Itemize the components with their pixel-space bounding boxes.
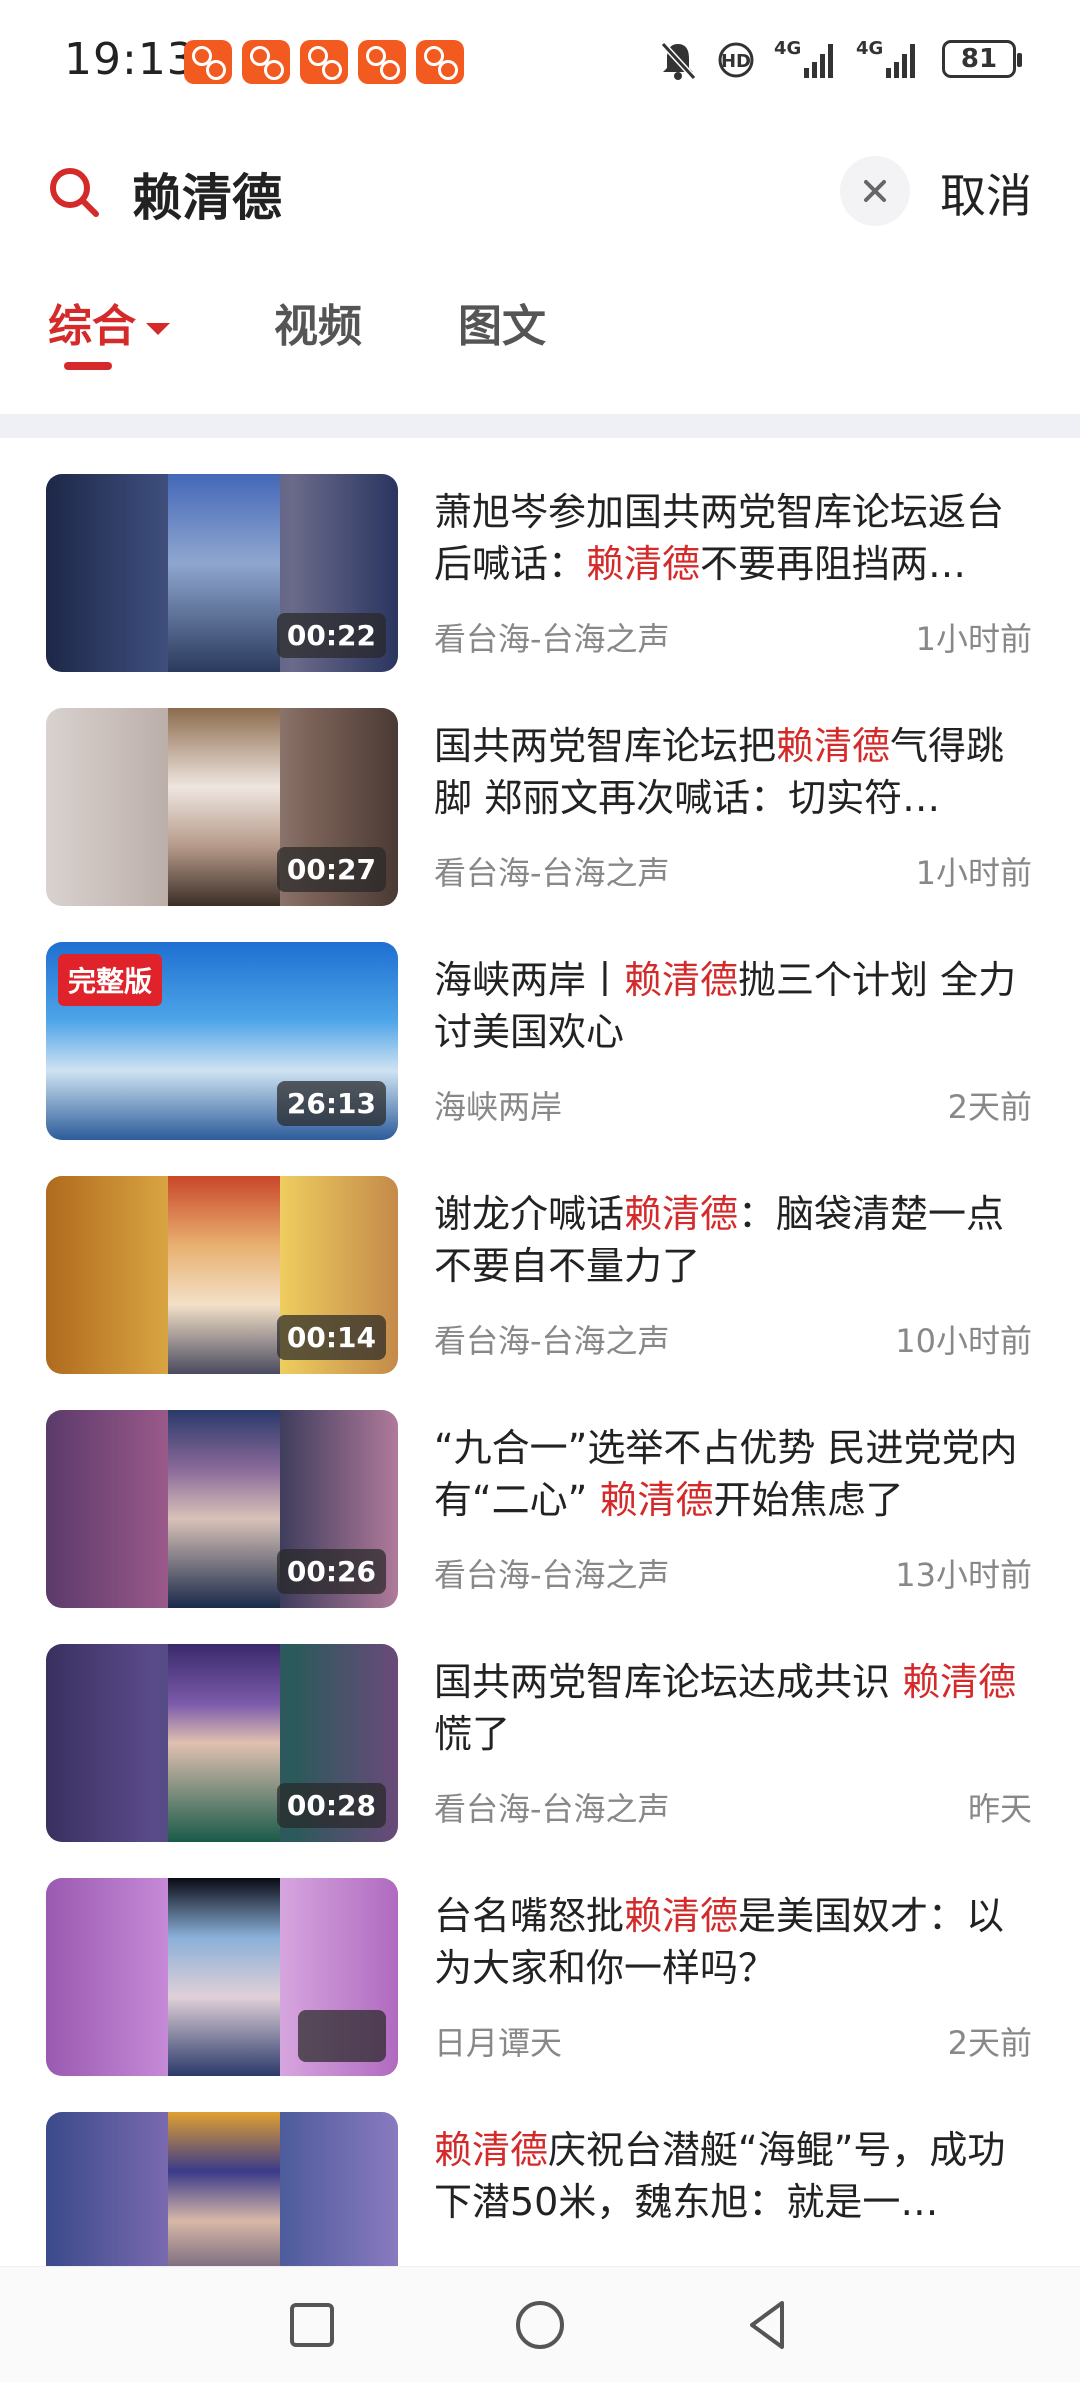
result-time: 昨天 [967, 1790, 1032, 1828]
result-time: 1小时前 [915, 620, 1032, 658]
list-item[interactable]: 00:27 国共两党智库论坛把赖清德气得跳脚 郑丽文再次喊话：切实符… 看台海-… [0, 708, 1080, 908]
result-source: 看台海-台海之声 [434, 1790, 670, 1828]
app-notification-icon [300, 40, 348, 84]
result-source: 日月谭天 [434, 2024, 563, 2062]
result-time: 1小时前 [915, 854, 1032, 892]
app-notification-icon [242, 40, 290, 84]
result-title[interactable]: 国共两党智库论坛达成共识 赖清德慌了 [434, 1656, 1034, 1760]
app-notification-icon [416, 40, 464, 84]
battery-indicator: 81 [942, 40, 1022, 78]
title-keyword-highlight: 赖清德 [902, 1660, 1017, 1704]
result-source: 看台海-台海之声 [434, 1322, 670, 1360]
list-item[interactable]: 00:22 萧旭岑参加国共两党智库论坛返台后喊话：赖清德不要再阻挡两… 看台海-… [0, 474, 1080, 674]
mute-icon [660, 41, 697, 81]
result-time: 2天前 [947, 2024, 1032, 2062]
result-title[interactable]: 萧旭岑参加国共两党智库论坛返台后喊话：赖清德不要再阻挡两… [434, 486, 1034, 590]
cancel-button[interactable]: 取消 [940, 160, 1032, 226]
title-text: 不要再阻挡两… [700, 542, 967, 586]
title-keyword-highlight: 赖清德 [434, 2128, 549, 2172]
tab-image-text[interactable]: 图文 [458, 290, 546, 354]
list-item[interactable]: 00:26 “九合一”选举不占优势 民进党党内有“二心” 赖清德开始焦虑了 看台… [0, 1410, 1080, 1610]
title-text: 开始焦虑了 [713, 1478, 904, 1522]
result-title[interactable]: 谢龙介喊话赖清德：脑袋清楚一点 不要自不量力了 [434, 1188, 1034, 1292]
result-time: 13小时前 [895, 1556, 1032, 1594]
system-navigation-bar [0, 2266, 1080, 2382]
result-time: 2天前 [947, 1088, 1032, 1126]
video-duration [298, 2010, 386, 2062]
title-keyword-highlight: 赖清德 [624, 1192, 739, 1236]
full-version-badge: 完整版 [58, 954, 163, 1006]
caret-down-icon [146, 323, 170, 335]
app-notification-icon [184, 40, 232, 84]
result-time: 10小时前 [895, 1322, 1032, 1360]
result-title[interactable]: 赖清德庆祝台潜艇“海鲲”号，成功下潜50米，魏东旭：就是一… [434, 2124, 1034, 2228]
app-notification-icon [358, 40, 406, 84]
close-icon [864, 180, 886, 202]
search-input[interactable]: 赖清德 [132, 158, 282, 230]
clear-search-button[interactable] [840, 156, 910, 226]
svg-text:HD: HD [721, 51, 751, 72]
signal-1-icon: 4G [774, 38, 838, 82]
search-bar: 赖清德 取消 [0, 140, 1080, 240]
tab-label: 综合 [48, 301, 136, 352]
title-keyword-highlight: 赖清德 [624, 958, 739, 1002]
back-icon[interactable] [738, 2295, 798, 2355]
tab-comprehensive[interactable]: 综合 [48, 290, 170, 354]
status-indicators: HD 4G 4G [658, 38, 920, 82]
video-duration: 26:13 [276, 1081, 386, 1126]
result-title[interactable]: “九合一”选举不占优势 民进党党内有“二心” 赖清德开始焦虑了 [434, 1422, 1034, 1526]
notification-icons [184, 40, 464, 84]
video-duration: 00:14 [276, 1315, 386, 1360]
title-keyword-highlight: 赖清德 [599, 1478, 714, 1522]
recent-apps-icon[interactable] [282, 2295, 342, 2355]
tab-video[interactable]: 视频 [274, 290, 362, 354]
title-text: 国共两党智库论坛把 [434, 724, 777, 768]
result-source: 海峡两岸 [434, 1088, 563, 1126]
list-item[interactable]: 00:14 谢龙介喊话赖清德：脑袋清楚一点 不要自不量力了 看台海-台海之声 1… [0, 1176, 1080, 1376]
title-text: 谢龙介喊话 [434, 1192, 625, 1236]
active-tab-indicator [64, 362, 112, 370]
home-icon[interactable] [510, 2295, 570, 2355]
video-thumbnail[interactable]: 00:26 [46, 1410, 398, 1608]
video-thumbnail[interactable]: 00:22 [46, 474, 398, 672]
result-source: 看台海-台海之声 [434, 1556, 670, 1594]
video-thumbnail[interactable]: 00:27 [46, 708, 398, 906]
video-duration: 00:27 [276, 847, 386, 892]
battery-level: 81 [960, 44, 998, 74]
signal-2-icon: 4G [856, 38, 920, 82]
result-title[interactable]: 国共两党智库论坛把赖清德气得跳脚 郑丽文再次喊话：切实符… [434, 720, 1034, 824]
result-type-tabs: 综合 视频 图文 [0, 290, 1080, 380]
search-icon [50, 168, 99, 217]
list-item[interactable]: 完整版 26:13 海峡两岸丨赖清德抛三个计划 全力讨美国欢心 海峡两岸 2天前 [0, 942, 1080, 1142]
title-text: 台名嘴怒批 [434, 1894, 625, 1938]
video-thumbnail[interactable]: 完整版 26:13 [46, 942, 398, 1140]
video-duration: 00:26 [276, 1549, 386, 1594]
title-text: 慌了 [434, 1712, 511, 1756]
video-thumbnail[interactable]: 00:28 [46, 1644, 398, 1842]
result-title[interactable]: 海峡两岸丨赖清德抛三个计划 全力讨美国欢心 [434, 954, 1034, 1058]
list-item[interactable]: 00:28 国共两党智库论坛达成共识 赖清德慌了 看台海-台海之声 昨天 [0, 1644, 1080, 1844]
list-item[interactable]: 台名嘴怒批赖清德是美国奴才：以为大家和你一样吗？ 日月谭天 2天前 [0, 1878, 1080, 2078]
section-divider [0, 414, 1080, 438]
result-source: 看台海-台海之声 [434, 854, 670, 892]
video-duration: 00:22 [276, 613, 386, 658]
status-time: 19:13 [64, 34, 196, 85]
title-keyword-highlight: 赖清德 [776, 724, 891, 768]
result-title[interactable]: 台名嘴怒批赖清德是美国奴才：以为大家和你一样吗？ [434, 1890, 1034, 1994]
status-bar: 19:13 HD 4G 4G 81 [0, 0, 1080, 120]
video-thumbnail[interactable]: 00:14 [46, 1176, 398, 1374]
hd-call-icon: HD [718, 42, 754, 78]
title-keyword-highlight: 赖清德 [624, 1894, 739, 1938]
title-text: 国共两党智库论坛达成共识 [434, 1660, 903, 1704]
result-source: 看台海-台海之声 [434, 620, 670, 658]
video-duration: 00:28 [276, 1783, 386, 1828]
video-thumbnail[interactable] [46, 1878, 398, 2076]
title-keyword-highlight: 赖清德 [586, 542, 701, 586]
title-text: 海峡两岸丨 [434, 958, 625, 1002]
